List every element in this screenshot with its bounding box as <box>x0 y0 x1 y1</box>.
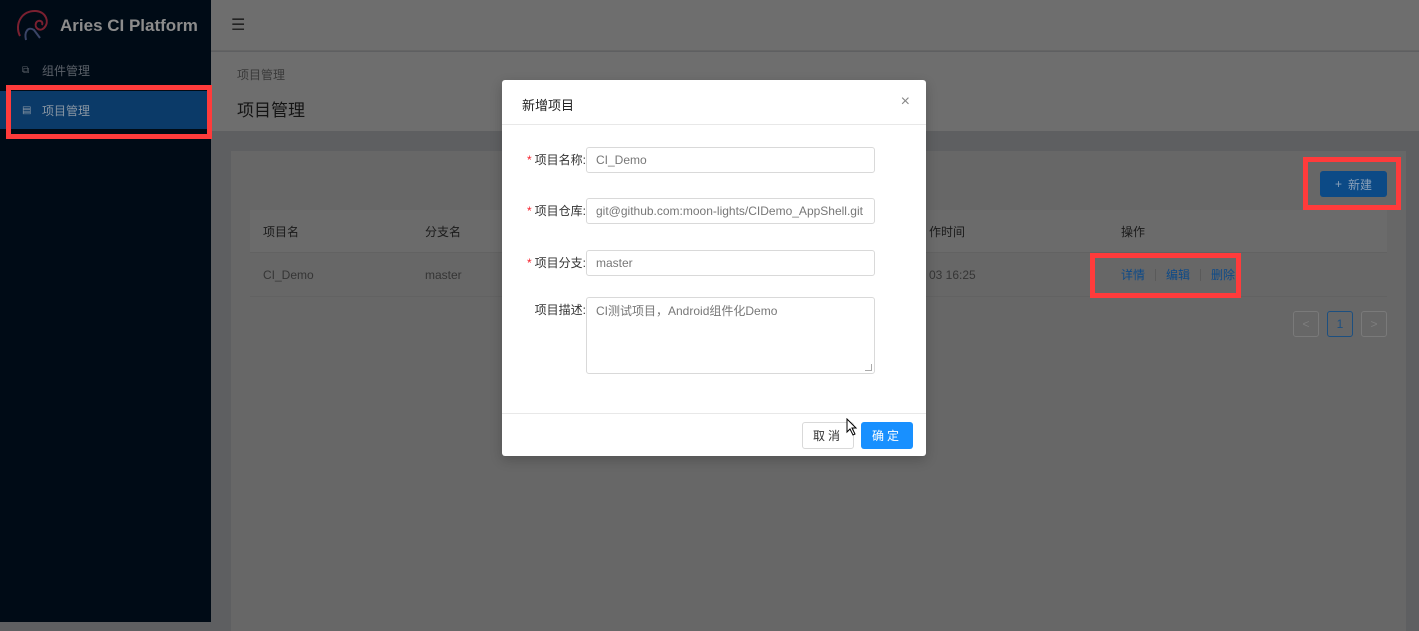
cell-name: CI_Demo <box>263 267 314 282</box>
required-mark: * <box>526 256 532 270</box>
field-project-name: * 项目名称: CI_Demo <box>502 147 875 173</box>
col-name: 项目名 <box>263 224 300 239</box>
col-branch: 分支名 <box>425 224 462 239</box>
breadcrumb[interactable]: 项目管理 <box>237 66 285 83</box>
field-project-repo: * 项目仓库: git@github.com:moon-lights/CIDemo… <box>502 198 875 224</box>
cell-time: 03 16:25 <box>929 267 976 282</box>
add-project-modal: 新增项目 × * 项目名称: CI_Demo * 项目仓库: git@github.… <box>502 80 926 456</box>
menu-fold-icon[interactable]: ☰ <box>231 15 245 35</box>
logo: Aries CI Platform <box>0 0 211 51</box>
project-repo-input[interactable]: git@github.com:moon-lights/CIDemo_AppShe… <box>586 198 875 224</box>
field-project-desc: 项目描述: CI测试项目，Android组件化Demo <box>502 297 875 374</box>
next-page-button[interactable]: > <box>1361 311 1387 337</box>
col-actions: 操作 <box>1121 224 1146 239</box>
desc-text: CI测试项目，Android组件化Demo <box>596 304 778 318</box>
highlight-box <box>6 85 212 139</box>
highlight-box <box>1090 253 1241 298</box>
sidebar-item-components[interactable]: ⧉ 组件管理 <box>0 51 211 89</box>
confirm-button[interactable]: 确定 <box>861 422 913 449</box>
close-icon[interactable]: × <box>901 93 910 111</box>
label-text: 项目描述: <box>534 303 586 317</box>
field-label: * 项目名称: <box>502 147 586 173</box>
field-label: 项目描述: <box>502 297 586 323</box>
app-title: Aries CI Platform <box>60 15 198 35</box>
col-time: 作时间 <box>929 224 966 239</box>
cell-branch: master <box>425 267 462 282</box>
component-icon: ⧉ <box>22 64 30 76</box>
project-name-input[interactable]: CI_Demo <box>586 147 875 173</box>
field-project-branch: * 项目分支: master <box>502 250 875 276</box>
field-label: * 项目仓库: <box>502 198 586 224</box>
modal-title: 新增项目 <box>502 80 926 125</box>
prev-page-button[interactable]: < <box>1293 311 1319 337</box>
page-1-button[interactable]: 1 <box>1327 311 1353 337</box>
ram-logo-icon <box>17 9 48 40</box>
field-label: * 项目分支: <box>502 250 586 276</box>
sidebar-item-label: 组件管理 <box>42 63 91 78</box>
project-branch-input[interactable]: master <box>586 250 875 276</box>
top-header: ☰ <box>211 0 1419 51</box>
pagination: < 1 > <box>1293 311 1387 337</box>
required-mark: * <box>526 204 532 218</box>
modal-footer: 取消 确定 <box>502 413 926 456</box>
label-text: 项目名称: <box>534 153 586 167</box>
highlight-box <box>1303 157 1401 210</box>
page-title: 项目管理 <box>237 101 305 120</box>
label-text: 项目仓库: <box>534 204 586 218</box>
project-desc-textarea[interactable]: CI测试项目，Android组件化Demo <box>586 297 875 374</box>
mouse-cursor-icon <box>846 418 858 436</box>
required-mark: * <box>526 153 532 167</box>
label-text: 项目分支: <box>534 256 586 270</box>
